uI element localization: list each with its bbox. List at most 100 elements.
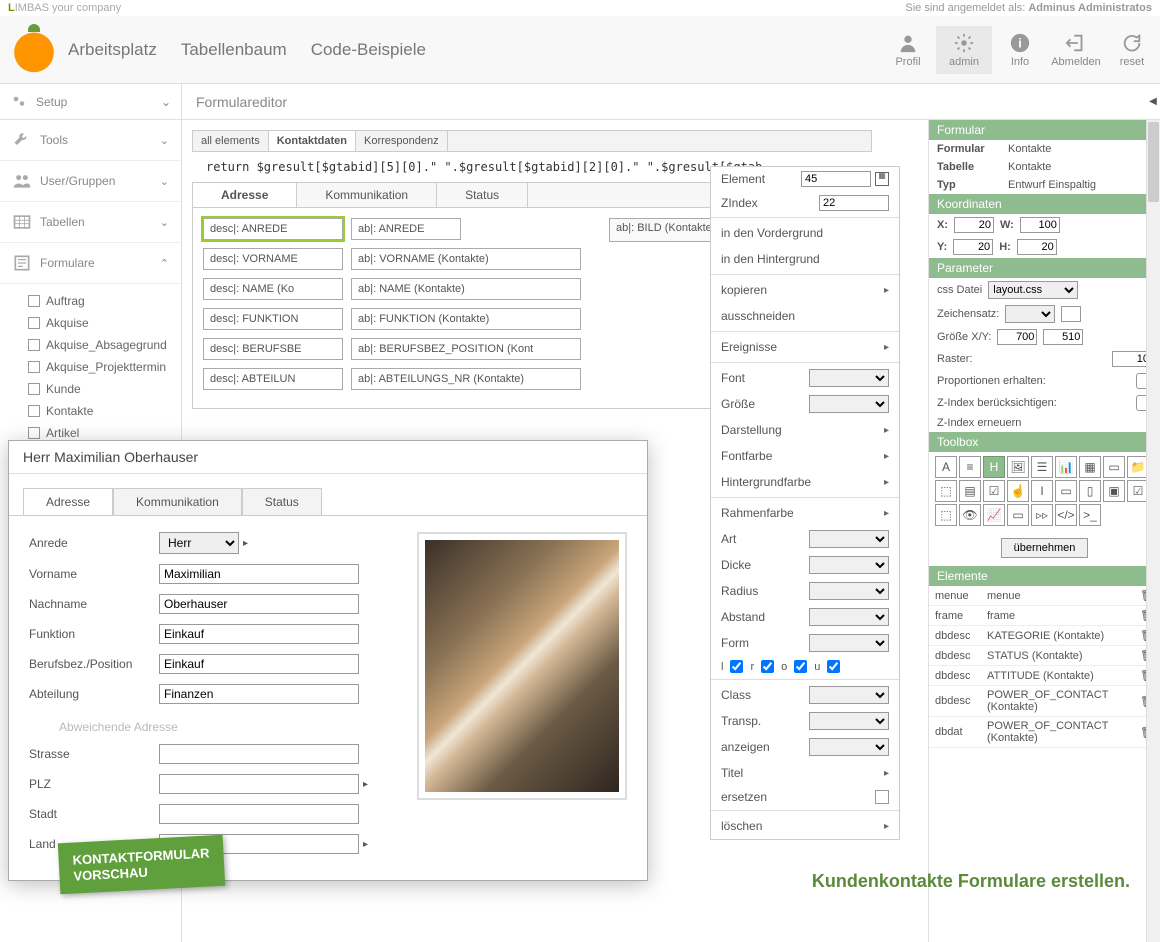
copy[interactable]: kopieren▸ (711, 277, 899, 303)
font-select[interactable] (809, 369, 889, 387)
scrollbar[interactable] (1146, 120, 1160, 942)
sidebar-forms[interactable]: Formulare⌃ (0, 243, 181, 284)
abteilung-input[interactable] (159, 684, 359, 704)
cb-r[interactable] (761, 660, 774, 673)
elem-row[interactable]: dbdescATTITUDE (Kontakte)🗑 (929, 666, 1160, 686)
field-desc-funktion[interactable]: desc|: FUNKTION (203, 308, 343, 330)
nav-tabellenbaum[interactable]: Tabellenbaum (181, 40, 287, 60)
art-select[interactable] (809, 530, 889, 548)
css-select[interactable]: layout.css (988, 281, 1078, 299)
sub-kunde[interactable]: Kunde (20, 378, 181, 400)
show-select[interactable] (809, 738, 889, 756)
cb-u[interactable] (827, 660, 840, 673)
elem-row[interactable]: dbdescSTATUS (Kontakte)🗑 (929, 646, 1160, 666)
vorname-input[interactable] (159, 564, 359, 584)
tool-list[interactable]: ☰ (1031, 456, 1053, 478)
tool-image[interactable]: 🖼 (1007, 456, 1029, 478)
field-ab-name[interactable]: ab|: NAME (Kontakte) (351, 278, 581, 300)
to-foreground[interactable]: in den Vordergrund (711, 220, 899, 246)
coord-h[interactable] (1017, 239, 1057, 255)
tool-cmd[interactable]: >_ (1079, 504, 1101, 526)
dtab-adresse[interactable]: Adresse (193, 183, 297, 207)
stadt-input[interactable] (159, 804, 359, 824)
tool-header[interactable]: H (983, 456, 1005, 478)
size-y[interactable] (1043, 329, 1083, 345)
elem-row[interactable]: menuemenue🗑 (929, 586, 1160, 606)
fontcolor-menu[interactable]: Fontfarbe▸ (711, 443, 899, 469)
elem-row[interactable]: dbdescPOWER_OF_CONTACT (Kontakte)🗑 (929, 686, 1160, 717)
tool-r1[interactable]: ▭ (1055, 480, 1077, 502)
beruf-input[interactable] (159, 654, 359, 674)
coord-w[interactable] (1020, 217, 1060, 233)
tool-check[interactable]: ☑ (983, 480, 1005, 502)
sub-absage[interactable]: Akquise_Absagegrund (20, 334, 181, 356)
sub-auftrag[interactable]: Auftrag (20, 290, 181, 312)
coord-y[interactable] (953, 239, 993, 255)
nav-profil[interactable]: Profil (880, 26, 936, 74)
dtab-komm[interactable]: Kommunikation (297, 183, 437, 207)
events[interactable]: Ereignisse▸ (711, 334, 899, 360)
field-ab-anrede[interactable]: ab|: ANREDE (351, 218, 461, 240)
sub-akquise[interactable]: Akquise (20, 312, 181, 334)
tool-s1[interactable]: ▭ (1007, 504, 1029, 526)
cb-o[interactable] (794, 660, 807, 673)
form-select[interactable] (809, 634, 889, 652)
plz-input[interactable] (159, 774, 359, 794)
tool-db[interactable]: ≡ (959, 456, 981, 478)
field-ab-beruf[interactable]: ab|: BERUFSBEZ_POSITION (Kont (351, 338, 581, 360)
nav-code[interactable]: Code-Beispiele (311, 40, 426, 60)
field-desc-abteilung[interactable]: desc|: ABTEILUN (203, 368, 343, 390)
size-x[interactable] (997, 329, 1037, 345)
field-desc-anrede[interactable]: desc|: ANREDE (203, 218, 343, 240)
tool-eye[interactable]: 👁 (959, 504, 981, 526)
tab-kontaktdaten[interactable]: Kontaktdaten (269, 131, 356, 151)
transp-select[interactable] (809, 712, 889, 730)
display-menu[interactable]: Darstellung▸ (711, 417, 899, 443)
ptab-status[interactable]: Status (242, 488, 322, 515)
z-renew[interactable]: Z-Index erneuern (929, 414, 1160, 432)
nav-reset[interactable]: reset (1104, 26, 1160, 74)
charset-select[interactable] (1005, 305, 1055, 323)
field-ab-funktion[interactable]: ab|: FUNKTION (Kontakte) (351, 308, 581, 330)
title-menu[interactable]: Titel▸ (711, 760, 899, 786)
tool-group[interactable]: ⬚ (935, 480, 957, 502)
tool-graph[interactable]: 📈 (983, 504, 1005, 526)
subbar-setup[interactable]: Setup⌄ (0, 84, 182, 119)
tool-s2[interactable]: ▹▹ (1031, 504, 1053, 526)
elem-row[interactable]: dbdescKATEGORIE (Kontakte)🗑 (929, 626, 1160, 646)
bgcolor-menu[interactable]: Hintergrundfarbe▸ (711, 469, 899, 495)
field-ab-vorname[interactable]: ab|: VORNAME (Kontakte) (351, 248, 581, 270)
cb-l[interactable] (730, 660, 743, 673)
tool-rect[interactable]: ▭ (1103, 456, 1125, 478)
strasse-input[interactable] (159, 744, 359, 764)
tab-korrespondenz[interactable]: Korrespondenz (356, 131, 448, 151)
gap-select[interactable] (809, 608, 889, 626)
thick-select[interactable] (809, 556, 889, 574)
delete[interactable]: löschen▸ (711, 813, 899, 839)
dtab-status[interactable]: Status (437, 183, 528, 207)
sub-termin[interactable]: Akquise_Projekttermin (20, 356, 181, 378)
tool-hand[interactable]: ☝ (1007, 480, 1029, 502)
bordercolor-menu[interactable]: Rahmenfarbe▸ (711, 500, 899, 526)
tab-all[interactable]: all elements (193, 131, 269, 151)
tool-form[interactable]: ▤ (959, 480, 981, 502)
ptab-komm[interactable]: Kommunikation (113, 488, 242, 515)
tool-text[interactable]: A (935, 456, 957, 478)
collapse-icon[interactable]: ◀ (1146, 84, 1160, 119)
field-desc-name[interactable]: desc|: NAME (Ko (203, 278, 343, 300)
coord-x[interactable] (954, 217, 994, 233)
tool-calendar[interactable]: ▦ (1079, 456, 1101, 478)
sidebar-users[interactable]: User/Gruppen⌄ (0, 161, 181, 202)
tool-r2[interactable]: ▯ (1079, 480, 1101, 502)
sidebar-tools[interactable]: Tools⌄ (0, 120, 181, 161)
ptab-adresse[interactable]: Adresse (23, 488, 113, 515)
apply-button[interactable]: übernehmen (1001, 538, 1089, 558)
charset-extra[interactable] (1061, 306, 1081, 322)
field-desc-vorname[interactable]: desc|: VORNAME (203, 248, 343, 270)
tool-r3[interactable]: ▣ (1103, 480, 1125, 502)
cut[interactable]: ausschneiden (711, 303, 899, 329)
nav-info[interactable]: iInfo (992, 26, 1048, 74)
field-desc-beruf[interactable]: desc|: BERUFSBE (203, 338, 343, 360)
elem-row[interactable]: frameframe🗑 (929, 606, 1160, 626)
tool-code[interactable]: </> (1055, 504, 1077, 526)
